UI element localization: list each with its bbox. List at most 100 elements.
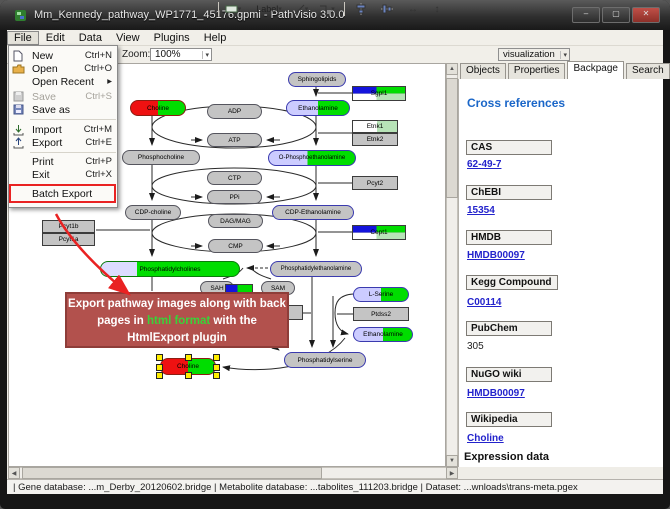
node-pcyt2[interactable]: Pcyt2 — [352, 176, 398, 190]
node-cdp-ethanolamine[interactable]: CDP-Ethanolamine — [272, 205, 354, 220]
scroll-right-button[interactable]: ▶ — [446, 467, 458, 479]
ref-link-hmdb[interactable]: HMDB00097 — [467, 250, 525, 261]
menu-item-shortcut: Ctrl+M — [84, 124, 118, 135]
scroll-down-button[interactable]: ▼ — [446, 455, 458, 467]
node-ctp[interactable]: CTP — [207, 171, 262, 185]
tab-objects[interactable]: Objects — [460, 63, 506, 79]
node-phosphocholine[interactable]: Phosphocholine — [122, 150, 200, 165]
visualization-combo[interactable]: visualization ▾ — [498, 48, 570, 61]
scroll-up-button[interactable]: ▲ — [446, 63, 458, 75]
node-phosphatidylethanolamine[interactable]: Phosphatidylethanolamine — [270, 261, 362, 277]
minimize-button[interactable]: – — [572, 7, 600, 23]
zoom-value: 100% — [155, 49, 181, 60]
node-adp[interactable]: ADP — [207, 104, 262, 119]
ref-header-pubchem[interactable]: PubChem — [466, 321, 552, 336]
node-ethanolamine-bottom[interactable]: Ethanolamine — [353, 327, 413, 342]
zoom-combo[interactable]: 100% ▾ — [150, 48, 212, 61]
node-choline-selected[interactable]: Choline — [160, 358, 216, 375]
connector-tool-button[interactable]: ▾ — [318, 2, 336, 16]
tab-backpage[interactable]: Backpage — [567, 61, 623, 79]
datanode-button[interactable]: ▾ — [224, 2, 242, 16]
align-center-y-button[interactable] — [378, 2, 396, 16]
menu-plugins[interactable]: Plugins — [147, 31, 197, 45]
node-choline-top[interactable]: Choline — [130, 100, 186, 116]
ref-header-kegg[interactable]: Kegg Compound — [466, 275, 558, 290]
selection-handle[interactable] — [156, 372, 163, 379]
scroll-left-button[interactable]: ◀ — [8, 467, 20, 479]
tab-search[interactable]: Search — [626, 63, 670, 79]
ref-link-chebi[interactable]: 15354 — [467, 205, 495, 216]
node-pcyt1b[interactable]: Pcyt1b — [42, 220, 95, 233]
label-button[interactable]: Label ▾ — [252, 2, 286, 16]
dropdown-arrow-icon[interactable]: ▾ — [560, 51, 567, 59]
menu-item-print[interactable]: Print Ctrl+P — [8, 155, 118, 168]
zoom-label: Zoom: — [122, 49, 150, 60]
node-etnk2[interactable]: Etnk2 — [352, 133, 398, 146]
ref-header-cas[interactable]: CAS — [466, 140, 552, 155]
canvas-vscroll-thumb[interactable] — [446, 78, 458, 198]
close-button[interactable]: ✕ — [632, 7, 660, 23]
node-sphingolipids[interactable]: Sphingolipids — [288, 72, 346, 87]
ref-value-pubchem: 305 — [467, 341, 484, 352]
node-pcyt1a[interactable]: Pcyt1a — [42, 233, 95, 246]
menu-file[interactable]: File — [7, 31, 39, 45]
dropdown-arrow-icon[interactable]: ▾ — [202, 51, 209, 59]
menu-separator — [30, 119, 116, 120]
node-ppi[interactable]: PPi — [207, 190, 262, 204]
menu-view[interactable]: View — [109, 31, 147, 45]
ref-header-chebi[interactable]: ChEBI — [466, 185, 552, 200]
selection-handle[interactable] — [156, 354, 163, 361]
menu-item-new[interactable]: New Ctrl+N — [8, 49, 118, 62]
menu-item-save-as[interactable]: Save as — [8, 103, 118, 116]
selection-handle[interactable] — [185, 372, 192, 379]
label-button-text: Label — [256, 4, 278, 14]
node-cdp-choline[interactable]: CDP-choline — [125, 205, 181, 220]
selection-handle[interactable] — [185, 354, 192, 361]
selection-handle[interactable] — [213, 372, 220, 379]
selection-handle[interactable] — [156, 364, 163, 371]
node-phosphatidylserine[interactable]: Phosphatidylserine — [284, 352, 366, 368]
dropdown-arrow-icon[interactable]: ▾ — [305, 5, 309, 13]
node-o-phosphoethanolamine[interactable]: O-Phosphoethanolamine — [268, 150, 356, 166]
align-center-x-button[interactable] — [352, 2, 370, 16]
node-cmp[interactable]: CMP — [208, 239, 263, 253]
dropdown-arrow-icon[interactable]: ▾ — [331, 5, 335, 13]
line-tool-button[interactable]: ▾ — [292, 2, 310, 16]
menu-item-exit[interactable]: Exit Ctrl+X — [8, 168, 118, 181]
selection-handle[interactable] — [213, 364, 220, 371]
node-cept1[interactable]: Cept1 — [352, 225, 406, 240]
maximize-button[interactable]: ▢ — [602, 7, 630, 23]
ref-link-kegg[interactable]: C00114 — [467, 297, 501, 308]
node-etnk1[interactable]: Etnk1 — [352, 120, 398, 133]
menu-help[interactable]: Help — [197, 31, 234, 45]
common-width-button[interactable]: ↔ — [404, 2, 422, 16]
ref-link-cas[interactable]: 62-49-7 — [467, 159, 501, 170]
ref-link-wikipedia[interactable]: Choline — [467, 433, 504, 444]
ref-link-nugo[interactable]: HMDB00097 — [467, 388, 525, 399]
node-dag-mag[interactable]: DAG/MAG — [208, 214, 263, 228]
menu-item-export[interactable]: Export Ctrl+E — [8, 136, 118, 149]
tab-properties[interactable]: Properties — [508, 63, 566, 79]
ref-header-nugo[interactable]: NuGO wiki — [466, 367, 552, 382]
menu-data[interactable]: Data — [72, 31, 109, 45]
menu-item-import[interactable]: Import Ctrl+M — [8, 123, 118, 136]
node-sgpl1[interactable]: Sgpl1 — [352, 86, 406, 101]
canvas-hscroll-thumb[interactable] — [22, 467, 322, 479]
node-l-serine[interactable]: L-Serine — [353, 287, 409, 302]
ref-header-wikipedia[interactable]: Wikipedia — [466, 412, 552, 427]
selection-handle[interactable] — [213, 354, 220, 361]
node-ptdss2[interactable]: Ptdss2 — [353, 307, 409, 321]
menu-item-open[interactable]: Open Ctrl+O — [8, 62, 118, 75]
dropdown-arrow-icon[interactable]: ▾ — [278, 5, 282, 13]
dropdown-arrow-icon[interactable]: ▾ — [238, 5, 242, 13]
ref-header-hmdb[interactable]: HMDB — [466, 230, 552, 245]
menu-edit[interactable]: Edit — [39, 31, 72, 45]
common-height-button[interactable]: ↕ — [428, 2, 446, 16]
menu-item-open-recent[interactable]: Open Recent ▸ — [8, 75, 118, 88]
menu-item-batch-export[interactable]: Batch Export — [8, 187, 118, 200]
node-atp[interactable]: ATP — [207, 133, 262, 147]
node-ethanolamine-top[interactable]: Ethanolamine — [286, 100, 350, 116]
node-phosphatidylcholines[interactable]: Phosphatidylcholines — [100, 261, 240, 277]
menu-item-label: Export — [28, 137, 85, 149]
menu-item-save[interactable]: Save Ctrl+S — [8, 90, 118, 103]
